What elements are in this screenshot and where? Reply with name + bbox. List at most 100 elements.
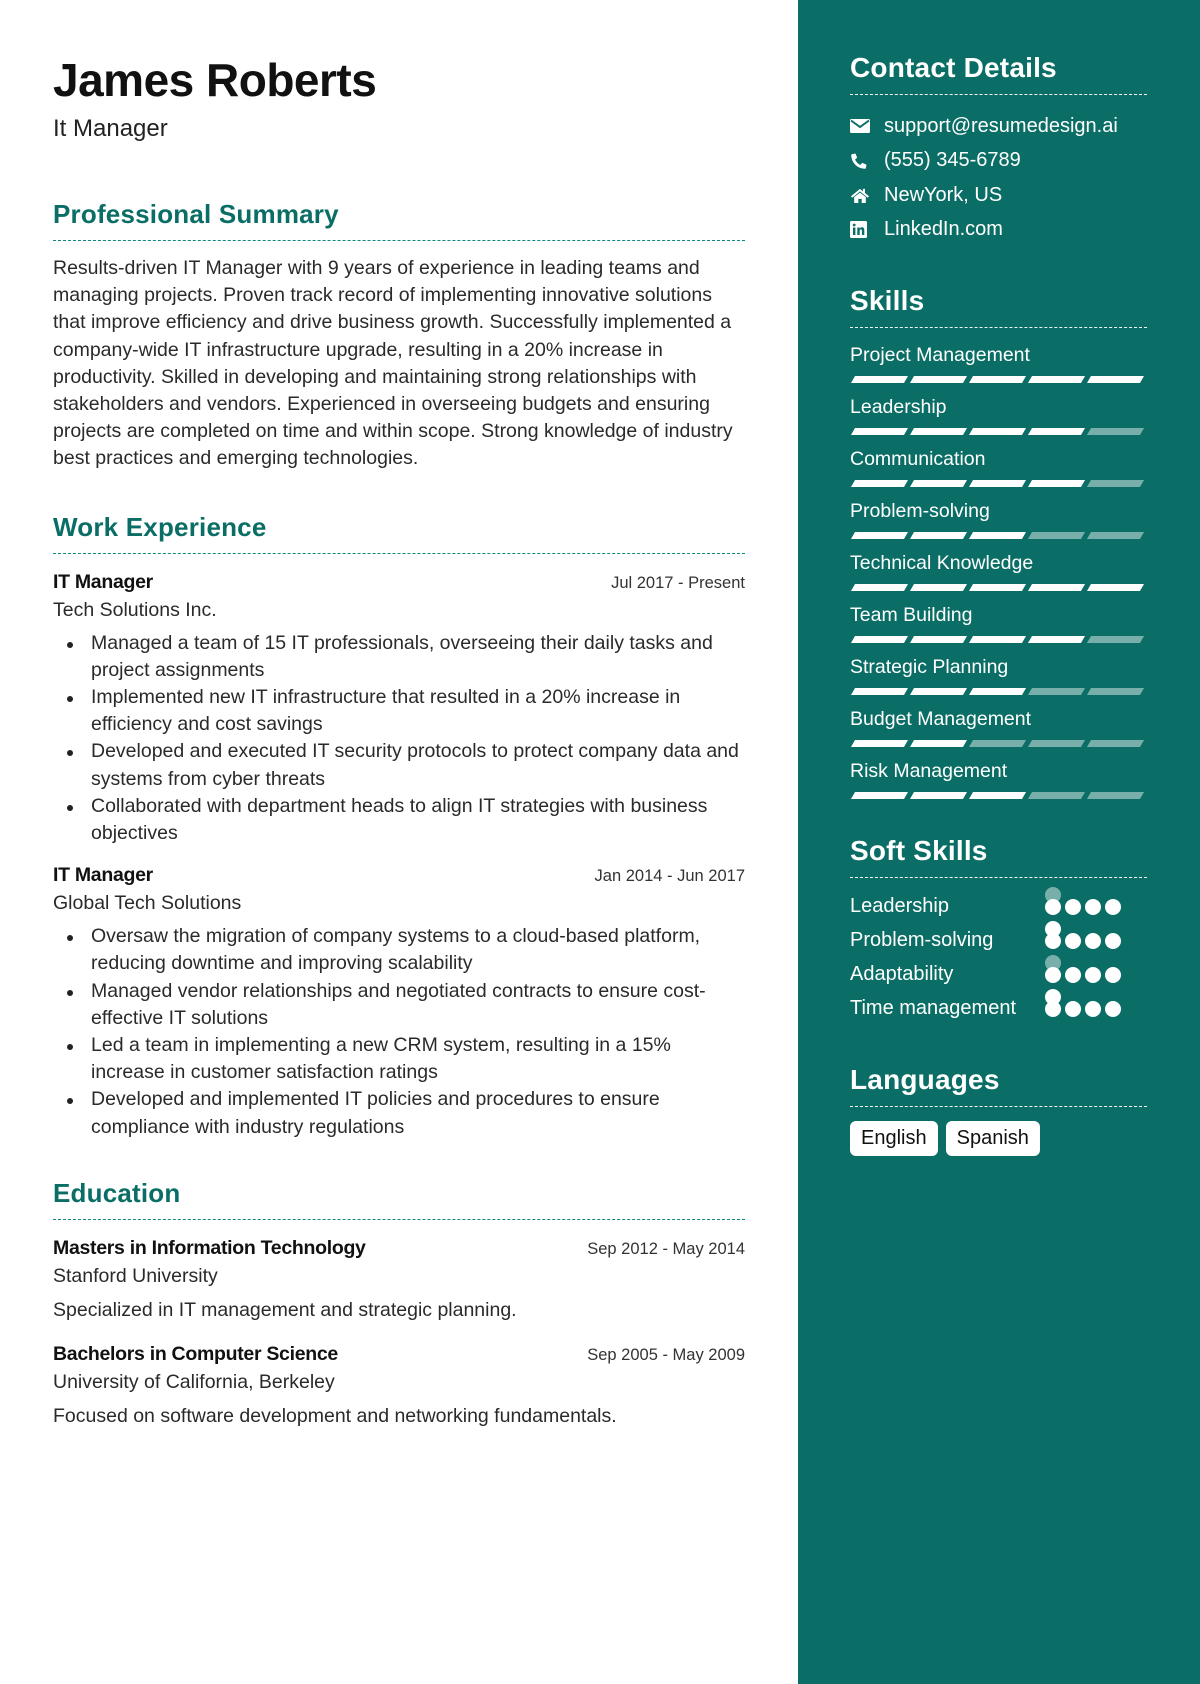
education-list: Masters in Information Technology Sep 201… xyxy=(53,1234,745,1430)
bullet-text: Developed and executed IT security proto… xyxy=(91,740,739,790)
job-header: IT Manager Jul 2017 - Present xyxy=(53,568,745,596)
contact-item-home[interactable]: NewYork, US xyxy=(850,178,1147,213)
contact-section: Contact Details support@resumedesign.ai (… xyxy=(850,50,1147,247)
soft-skill-item: Leadership xyxy=(850,887,1147,926)
section-divider xyxy=(850,94,1147,95)
bullet-dot-icon xyxy=(67,641,73,648)
bullet-item: Developed and implemented IT policies an… xyxy=(53,1086,745,1140)
level-segment-filled xyxy=(909,532,968,539)
section-title: Languages xyxy=(850,1064,1000,1095)
level-segment-filled xyxy=(1027,428,1086,435)
soft-skill-rating xyxy=(1045,887,1125,915)
skill-item: Budget Management xyxy=(850,706,1147,747)
bullet-item: Implemented new IT infrastructure that r… xyxy=(53,684,745,738)
rating-dot-filled xyxy=(1105,899,1121,915)
contact-item-envelope[interactable]: support@resumedesign.ai xyxy=(850,109,1147,144)
section-divider xyxy=(53,552,745,554)
skill-name: Budget Management xyxy=(850,708,1032,730)
skill-item: Strategic Planning xyxy=(850,654,1147,695)
bullet-item: Developed and executed IT security proto… xyxy=(53,738,745,792)
rating-dot-filled xyxy=(1085,1001,1101,1017)
education-header: Bachelors in Computer Science Sep 2005 - … xyxy=(53,1340,745,1368)
soft-skill-rating xyxy=(1045,921,1125,949)
contact-text[interactable]: (555) 345-6789 xyxy=(884,149,1021,172)
soft-skill-item: Problem-solving xyxy=(850,921,1147,960)
contact-text[interactable]: NewYork, US xyxy=(884,184,1002,207)
section-title: Skills xyxy=(850,285,925,316)
level-segment-empty xyxy=(1086,636,1145,643)
section-divider xyxy=(850,327,1147,328)
level-segment-filled xyxy=(909,792,968,799)
skill-level-bar xyxy=(850,376,1147,383)
contact-list: support@resumedesign.ai (555) 345-6789 New… xyxy=(850,109,1147,247)
rating-dot-filled xyxy=(1045,921,1061,937)
skill-item: Technical Knowledge xyxy=(850,550,1147,591)
job-bullets: Oversaw the migration of company systems… xyxy=(53,923,745,1141)
level-segment-filled xyxy=(850,636,909,643)
level-segment-empty xyxy=(1027,740,1086,747)
skills-section: Skills Project Management Leadership Commu… xyxy=(850,283,1147,799)
skill-level-bar xyxy=(850,740,1147,747)
section-title: Soft Skills xyxy=(850,835,988,866)
summary-text: Results-driven IT Manager with 9 years o… xyxy=(53,257,733,470)
level-segment-filled xyxy=(968,532,1027,539)
resume-header: James Roberts It Manager xyxy=(53,52,745,144)
contact-text[interactable]: support@resumedesign.ai xyxy=(884,115,1118,138)
section-title: Professional Summary xyxy=(53,199,339,229)
section-title: Work Experience xyxy=(53,511,267,542)
level-segment-filled xyxy=(968,688,1027,695)
education-header: Masters in Information Technology Sep 201… xyxy=(53,1234,745,1262)
education-entry: Bachelors in Computer Science Sep 2005 - … xyxy=(53,1340,745,1430)
level-segment-filled xyxy=(850,740,909,747)
rating-dot-filled xyxy=(1065,933,1081,949)
level-segment-filled xyxy=(968,428,1027,435)
skill-level-bar xyxy=(850,584,1147,591)
level-segment-filled xyxy=(968,636,1027,643)
education-section: Education Masters in Information Technol… xyxy=(53,1177,745,1430)
skill-level-bar xyxy=(850,636,1147,643)
work-experience-section: Work Experience IT Manager Jul 2017 - Pre… xyxy=(53,511,745,1141)
language-list: English Spanish xyxy=(850,1121,1147,1156)
level-segment-empty xyxy=(968,740,1027,747)
rating-dot-filled xyxy=(1085,899,1101,915)
soft-skill-name: Leadership xyxy=(850,895,949,917)
skill-item: Problem-solving xyxy=(850,498,1147,539)
skill-level-bar xyxy=(850,792,1147,799)
rating-dot-filled xyxy=(1105,933,1121,949)
skill-name: Team Building xyxy=(850,604,973,626)
bullet-text: Implemented new IT infrastructure that r… xyxy=(91,686,681,736)
section-divider xyxy=(850,877,1147,878)
main-column: James Roberts It Manager Professional Su… xyxy=(0,0,798,1684)
job-entry: IT Manager Jan 2014 - Jun 2017 Global Tech… xyxy=(53,861,745,1141)
skill-name: Strategic Planning xyxy=(850,656,1009,678)
degree-name: Bachelors in Computer Science xyxy=(53,1342,338,1365)
bullet-text: Led a team in implementing a new CRM sys… xyxy=(91,1034,671,1084)
level-segment-filled xyxy=(850,428,909,435)
skill-name: Problem-solving xyxy=(850,500,990,522)
degree-name: Masters in Information Technology xyxy=(53,1236,366,1259)
level-segment-filled xyxy=(909,688,968,695)
level-segment-empty xyxy=(1086,480,1145,487)
level-segment-empty xyxy=(1086,792,1145,799)
linkedin-icon xyxy=(850,221,884,239)
skill-item: Leadership xyxy=(850,394,1147,435)
contact-item-linkedin[interactable]: LinkedIn.com xyxy=(850,213,1147,248)
rating-dot-filled xyxy=(1065,967,1081,983)
level-segment-filled xyxy=(968,792,1027,799)
level-segment-empty xyxy=(1086,740,1145,747)
bullet-text: Managed a team of 15 IT professionals, o… xyxy=(91,631,713,681)
rating-dot-filled xyxy=(1045,989,1061,1005)
job-entry: IT Manager Jul 2017 - Present Tech Solutio… xyxy=(53,568,745,848)
bullet-dot-icon xyxy=(67,750,73,757)
company-name: Tech Solutions Inc. xyxy=(53,598,217,621)
section-title: Education xyxy=(53,1177,181,1208)
soft-skill-name: Time management xyxy=(850,997,1016,1019)
company-name: Global Tech Solutions xyxy=(53,892,242,915)
contact-text[interactable]: LinkedIn.com xyxy=(884,218,1003,241)
soft-skill-item: Time management xyxy=(850,989,1147,1028)
skill-item: Communication xyxy=(850,446,1147,487)
rating-dot-filled xyxy=(1085,933,1101,949)
skill-level-bar xyxy=(850,532,1147,539)
bullet-item: Managed a team of 15 IT professionals, o… xyxy=(53,630,745,684)
contact-item-phone[interactable]: (555) 345-6789 xyxy=(850,144,1147,179)
